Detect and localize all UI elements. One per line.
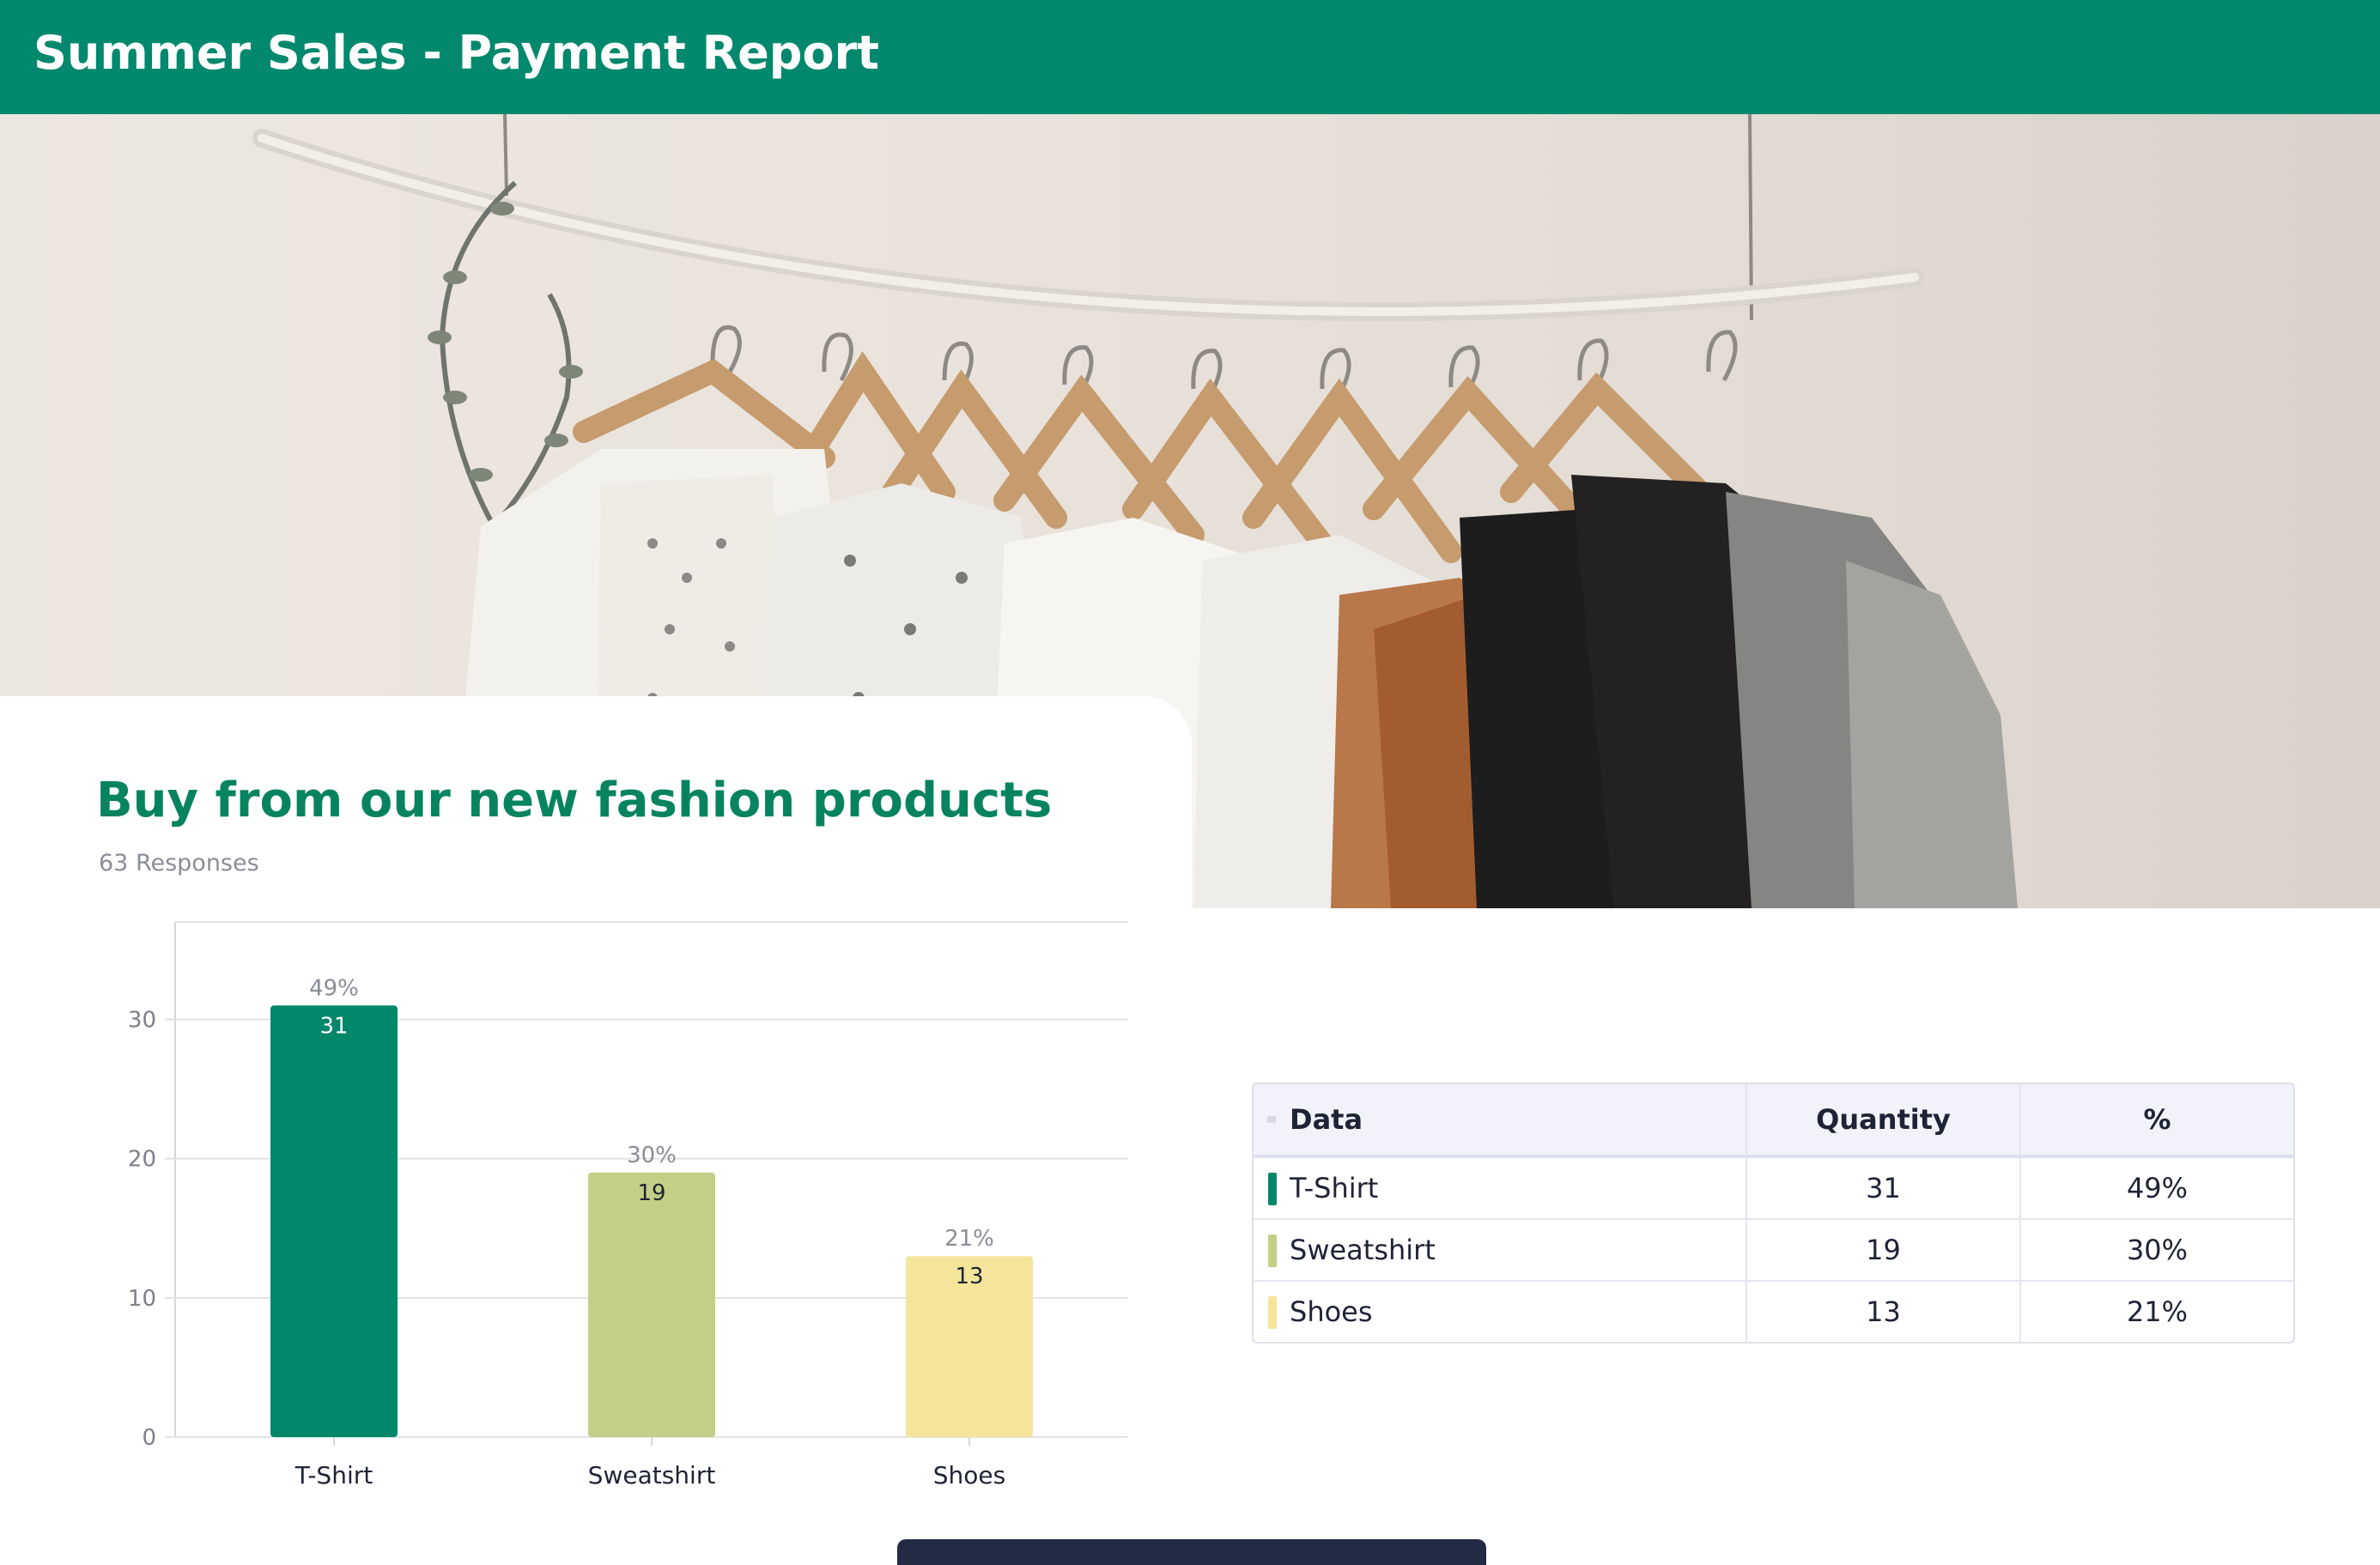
table-row: Sweatshirt 19 30%: [1254, 1218, 2293, 1280]
table-row: T-Shirt 31 49%: [1254, 1158, 2293, 1218]
y-tick-label: 20: [128, 1147, 156, 1173]
color-swatch: [1268, 1173, 1277, 1205]
y-tick-label: 0: [142, 1425, 156, 1451]
chart-bars: 31 49% 19 30% 13 21%: [270, 975, 1033, 1437]
header-data[interactable]: Data: [1254, 1084, 1747, 1155]
row-percent: 21%: [2126, 1295, 2189, 1328]
row-label-cell: T-Shirt: [1254, 1158, 1747, 1218]
bottom-action-bar[interactable]: [897, 1539, 1486, 1565]
bar-value-label: 31: [319, 1013, 348, 1039]
x-tick-label: Shoes: [933, 1461, 1005, 1489]
chart-y-axis: 0 10 20 30: [128, 1008, 156, 1451]
row-quantity: 31: [1747, 1158, 2021, 1218]
x-tick-label: Sweatshirt: [588, 1461, 716, 1489]
bar-t-shirt[interactable]: [270, 1005, 398, 1437]
table-header: Data Quantity %: [1254, 1084, 2293, 1158]
table-body: T-Shirt 31 49% Sweatshirt 19 30% Shoes 13 21%: [1254, 1158, 2293, 1342]
bar-value-label: 19: [637, 1180, 665, 1206]
bar-percent-label: 49%: [309, 975, 359, 1001]
row-percent: 49%: [2126, 1172, 2189, 1204]
drag-handle-icon: [1267, 1116, 1276, 1123]
header-quantity[interactable]: Quantity: [1747, 1084, 2021, 1155]
row-percent: 30%: [2126, 1234, 2189, 1266]
chart-x-axis: T-Shirt Sweatshirt Shoes: [294, 1437, 1005, 1489]
row-label-cell: Sweatshirt: [1254, 1220, 1747, 1280]
row-label: T-Shirt: [1290, 1172, 1379, 1204]
bar-chart: 0 10 20 30 31 49% 19 30% 13 21% T-Shirt Sweatshir…: [128, 921, 1128, 1489]
row-label: Shoes: [1290, 1295, 1373, 1328]
color-swatch: [1268, 1296, 1277, 1329]
table-row: Shoes 13 21%: [1254, 1280, 2293, 1342]
bar-sweatshirt[interactable]: [588, 1172, 715, 1437]
responses-count: 63 Responses: [99, 850, 259, 877]
color-swatch: [1268, 1234, 1277, 1267]
row-label-cell: Shoes: [1254, 1282, 1747, 1342]
row-quantity: 19: [1747, 1220, 2021, 1280]
y-tick-label: 30: [128, 1008, 156, 1034]
row-label: Sweatshirt: [1290, 1234, 1436, 1266]
report-title: Buy from our new fashion products: [96, 773, 1053, 828]
row-quantity: 13: [1747, 1282, 2021, 1342]
page-title: Summer Sales - Payment Report: [33, 26, 879, 80]
data-table: Data Quantity % T-Shirt 31 49% Sweatshirt 19…: [1252, 1083, 2295, 1344]
x-tick-label: T-Shirt: [294, 1461, 373, 1489]
y-tick-label: 10: [128, 1286, 156, 1312]
header-bar: Summer Sales - Payment Report: [0, 0, 2380, 115]
header-percent[interactable]: %: [2021, 1084, 2293, 1155]
bar-value-label: 13: [955, 1264, 983, 1289]
bar-percent-label: 30%: [627, 1143, 677, 1168]
bar-percent-label: 21%: [944, 1226, 994, 1252]
